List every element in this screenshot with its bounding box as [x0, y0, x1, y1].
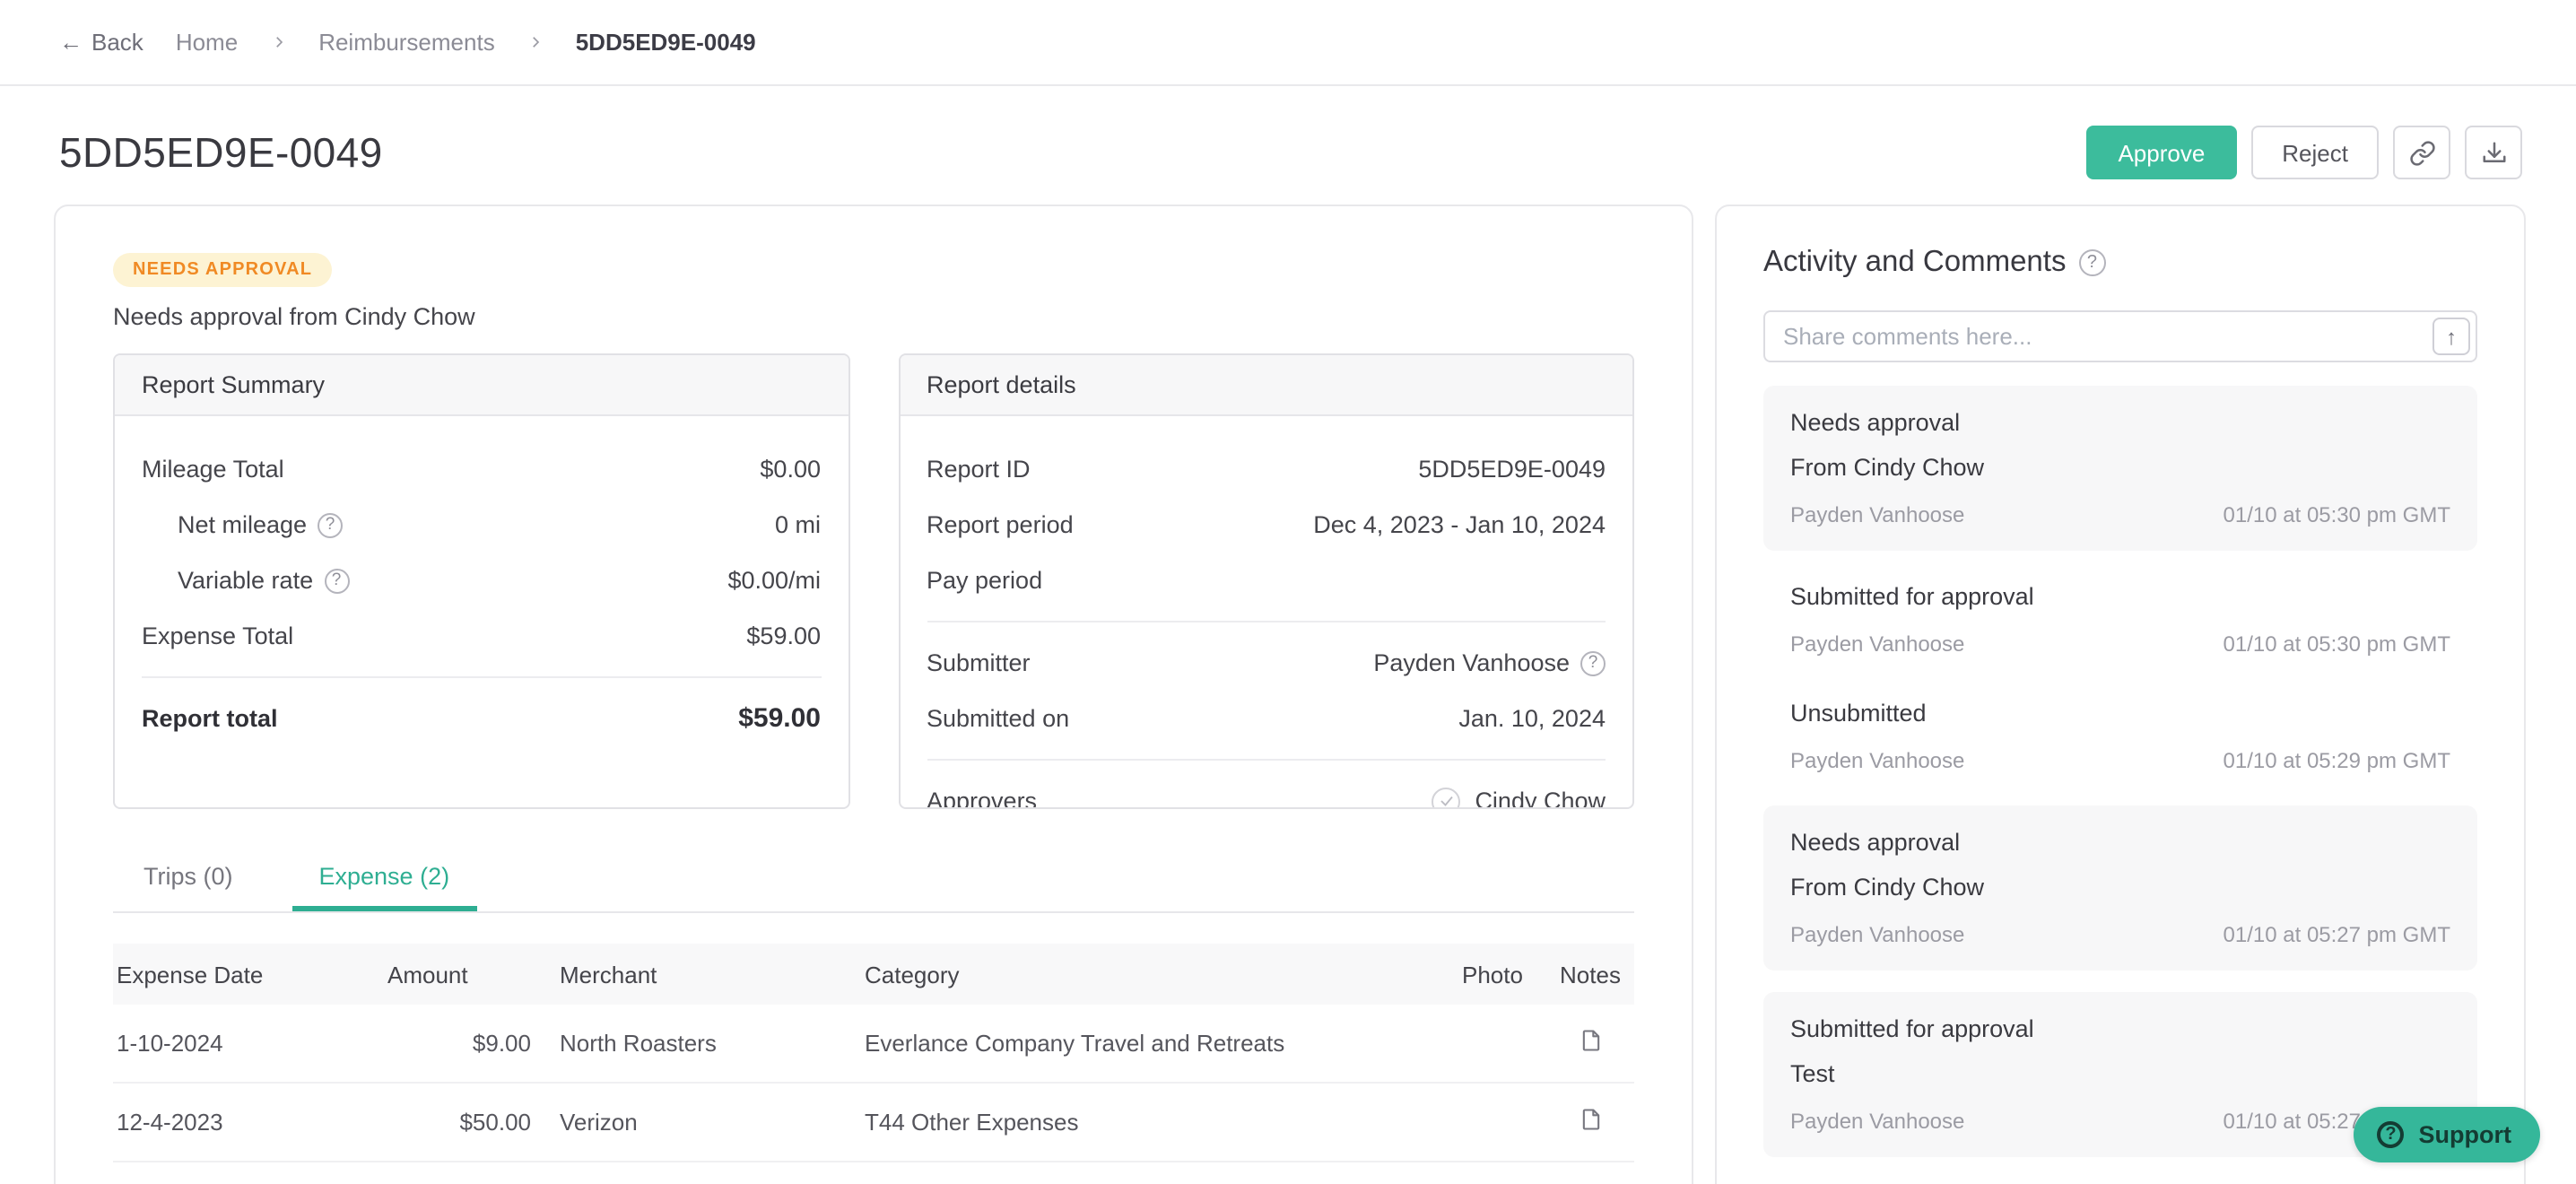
activity-user: Payden Vanhoose	[1790, 748, 1965, 773]
link-icon	[2408, 139, 2435, 166]
help-icon[interactable]: ?	[324, 568, 350, 593]
report-summary-title: Report Summary	[115, 355, 848, 416]
details-row-report-period: Report period Dec 4, 2023 - Jan 10, 2024	[927, 511, 1606, 538]
col-photo: Photo	[1462, 961, 1523, 988]
details-row-report-id: Report ID 5DD5ED9E-0049	[927, 456, 1606, 483]
table-row[interactable]: 12-4-2023 $50.00 Verizon T44 Other Expen…	[113, 1084, 1634, 1162]
table-row[interactable]: 1-10-2024 $9.00 North Roasters Everlance…	[113, 1005, 1634, 1084]
summary-row-mileage-total: Mileage Total $0.00	[142, 456, 821, 483]
activity-item: Needs approval From Cindy Chow Payden Va…	[1763, 805, 2477, 971]
status-badge: NEEDS APPROVAL	[113, 253, 333, 287]
status-message: Needs approval from Cindy Chow	[113, 303, 475, 330]
back-label: Back	[91, 29, 144, 56]
comment-box: ↑	[1763, 310, 2477, 362]
tab-trips[interactable]: Trips (0)	[117, 852, 260, 911]
breadcrumb-reimbursements[interactable]: Reimbursements	[318, 29, 495, 56]
activity-user: Payden Vanhoose	[1790, 502, 1965, 527]
details-row-approvers: Approvers Cindy Chow	[927, 773, 1606, 809]
help-icon[interactable]: ?	[1580, 650, 1606, 675]
arrow-up-icon: ↑	[2446, 324, 2457, 349]
check-circle-icon	[1432, 787, 1461, 807]
question-circle-icon: ?	[2377, 1121, 2405, 1148]
note-document-icon[interactable]	[1578, 1107, 1603, 1132]
activity-user: Payden Vanhoose	[1790, 631, 1965, 657]
top-bar: ← Back Home Reimbursements 5DD5ED9E-0049	[0, 0, 2576, 86]
activity-user: Payden Vanhoose	[1790, 922, 1965, 947]
reject-button[interactable]: Reject	[2251, 126, 2379, 179]
activity-panel: Activity and Comments ? ↑ Needs approval…	[1715, 205, 2526, 1184]
activity-feed: Needs approval From Cindy Chow Payden Va…	[1763, 386, 2477, 1157]
summary-row-expense-total: Expense Total $59.00	[142, 622, 821, 649]
help-icon[interactable]: ?	[318, 512, 344, 537]
activity-item: Needs approval From Cindy Chow Payden Va…	[1763, 386, 2477, 551]
back-arrow-icon: ←	[59, 29, 83, 56]
comment-input[interactable]	[1763, 310, 2477, 362]
note-document-icon[interactable]	[1578, 1028, 1603, 1053]
divider	[927, 759, 1606, 761]
breadcrumb-current: 5DD5ED9E-0049	[575, 29, 756, 56]
col-merchant: Merchant	[560, 961, 657, 988]
send-comment-button[interactable]: ↑	[2432, 318, 2470, 355]
col-category: Category	[865, 961, 960, 988]
activity-item: Submitted for approval Payden Vanhoose 0…	[1790, 583, 2450, 657]
col-notes: Notes	[1560, 961, 1621, 988]
page-head: 5DD5ED9E-0049 Approve Reject	[0, 86, 2576, 179]
divider	[142, 676, 821, 678]
tab-expense[interactable]: Expense (2)	[292, 852, 477, 911]
summary-row-variable-rate: Variable rate? $0.00/mi	[178, 567, 821, 594]
details-row-pay-period: Pay period	[927, 567, 1043, 594]
breadcrumb-home[interactable]: Home	[176, 29, 238, 56]
summary-row-net-mileage: Net mileage? 0 mi	[178, 511, 821, 538]
report-card: NEEDS APPROVAL Needs approval from Cindy…	[54, 205, 1693, 1184]
support-button[interactable]: ? Support	[2354, 1107, 2540, 1162]
chevron-right-icon	[527, 34, 544, 50]
help-icon[interactable]: ?	[2078, 249, 2106, 276]
details-row-submitted-on: Submitted on Jan. 10, 2024	[927, 705, 1606, 732]
expense-table-header: Expense Date Amount Merchant Category Ph…	[113, 944, 1634, 1005]
download-button[interactable]	[2465, 126, 2522, 179]
activity-time: 01/10 at 05:27 pm GMT	[2223, 922, 2450, 947]
support-label: Support	[2418, 1121, 2512, 1148]
col-amount: Amount	[387, 961, 468, 988]
activity-user: Payden Vanhoose	[1790, 1109, 1965, 1134]
col-expense-date: Expense Date	[117, 961, 264, 988]
report-tabs: Trips (0) Expense (2)	[113, 852, 1634, 913]
chevron-right-icon	[270, 34, 286, 50]
activity-time: 01/10 at 05:29 pm GMT	[2223, 748, 2450, 773]
table-footer-count: Showing 2 out of 2	[113, 1162, 1634, 1184]
activity-title: Activity and Comments ?	[1763, 246, 2477, 280]
activity-time: 01/10 at 05:30 pm GMT	[2223, 502, 2450, 527]
report-details-card: Report details Report ID 5DD5ED9E-0049 R…	[898, 353, 1634, 809]
report-details-title: Report details	[900, 355, 1632, 416]
activity-item: Unsubmitted Payden Vanhoose 01/10 at 05:…	[1790, 700, 2450, 773]
divider	[927, 621, 1606, 622]
details-row-submitter: Submitter Payden Vanhoose?	[927, 635, 1606, 691]
download-icon	[2480, 139, 2507, 166]
back-button[interactable]: ← Back	[59, 29, 144, 56]
header-actions: Approve Reject	[2085, 126, 2522, 179]
approver-name: Cindy Chow	[1475, 788, 1606, 809]
report-summary-card: Report Summary Mileage Total $0.00 Net m…	[113, 353, 849, 809]
approve-button[interactable]: Approve	[2085, 126, 2238, 179]
copy-link-button[interactable]	[2393, 126, 2450, 179]
expense-table: Expense Date Amount Merchant Category Ph…	[113, 944, 1634, 1184]
activity-time: 01/10 at 05:30 pm GMT	[2223, 631, 2450, 657]
page-title: 5DD5ED9E-0049	[59, 128, 383, 175]
summary-row-report-total: Report total $59.00	[142, 703, 821, 734]
